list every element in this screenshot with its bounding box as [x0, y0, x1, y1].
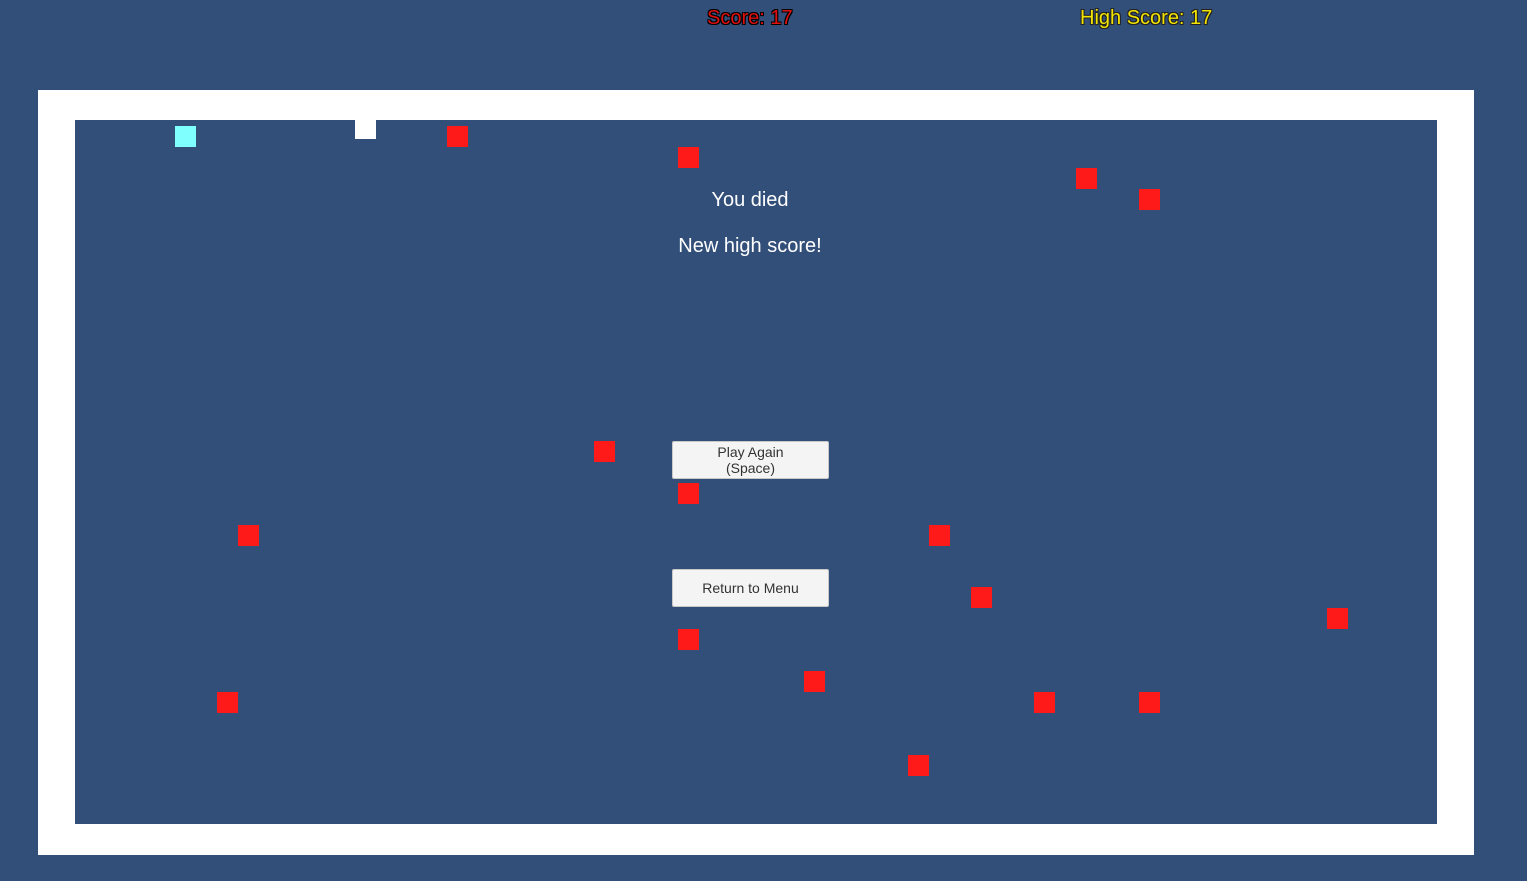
enemy-square: [678, 483, 699, 504]
return-to-menu-label: Return to Menu: [702, 580, 799, 596]
enemy-square: [1139, 692, 1160, 713]
enemy-square: [1327, 608, 1348, 629]
return-to-menu-button[interactable]: Return to Menu: [672, 569, 829, 607]
enemy-square: [447, 126, 468, 147]
high-score-label: High Score: 17: [1080, 7, 1213, 29]
enemy-square: [1034, 692, 1055, 713]
death-message: You died: [711, 189, 789, 211]
new-high-score-message: New high score!: [678, 235, 822, 257]
enemy-square: [1076, 168, 1097, 189]
play-again-label: Play Again: [717, 444, 784, 460]
score-label: Score: 17: [707, 7, 793, 29]
play-again-button[interactable]: Play Again (Space): [672, 441, 829, 479]
enemy-square: [929, 525, 950, 546]
play-again-shortcut-label: (Space): [725, 460, 775, 476]
enemy-square: [217, 692, 238, 713]
enemy-square: [678, 147, 699, 168]
enemy-square: [594, 441, 615, 462]
enemy-square: [678, 629, 699, 650]
enemy-square: [238, 525, 259, 546]
enemy-square: [804, 671, 825, 692]
enemy-square: [971, 587, 992, 608]
player-square: [175, 126, 196, 147]
pickup-square: [355, 118, 376, 139]
enemy-square: [908, 755, 929, 776]
